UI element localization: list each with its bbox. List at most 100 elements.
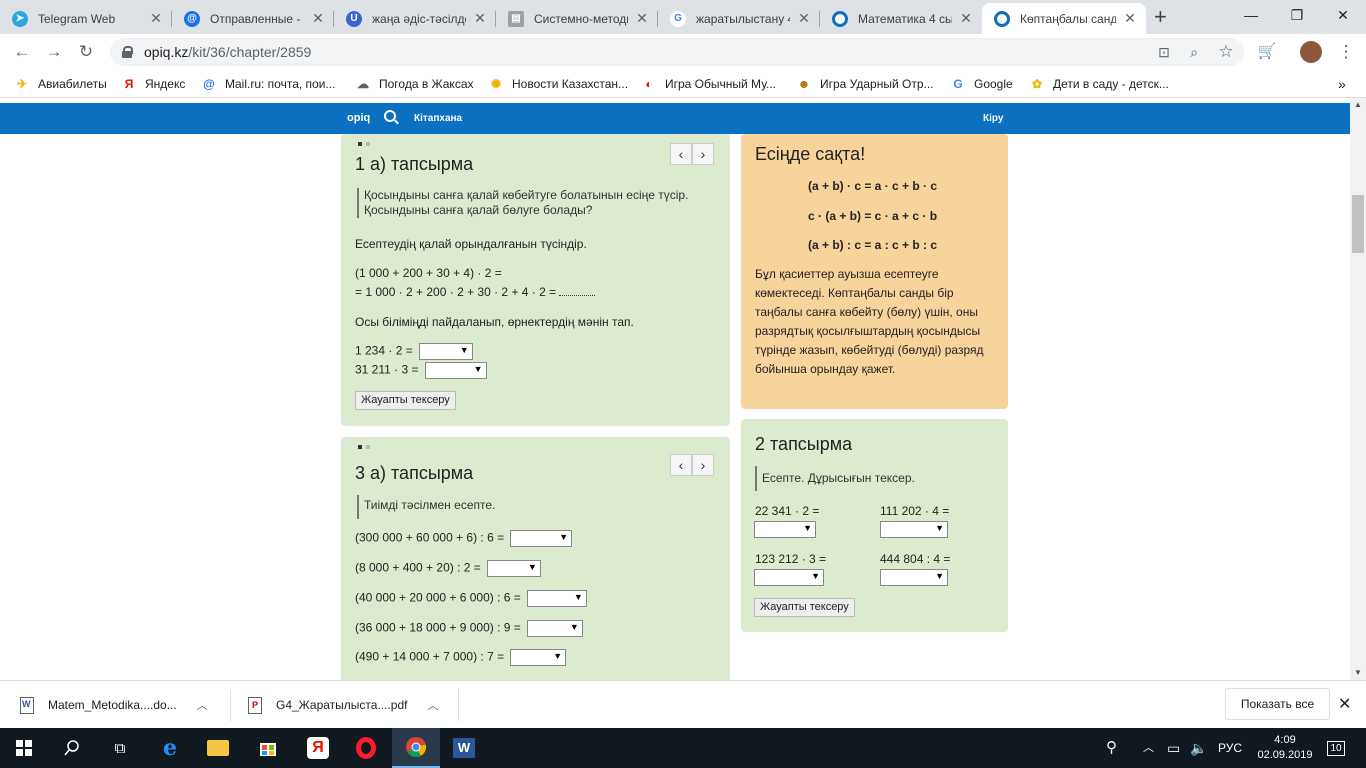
tab-title: жаңа әдіс-тәсілде (372, 11, 466, 26)
answer-select[interactable] (510, 530, 573, 547)
answer-select[interactable] (424, 362, 487, 379)
edge-icon[interactable]: e (146, 728, 194, 768)
new-tab-button[interactable]: + (1154, 5, 1167, 29)
zoom-icon[interactable]: ⌕ (1182, 40, 1206, 64)
battery-icon[interactable]: ▭ (1167, 728, 1180, 768)
question-row: (490 + 14 000 + 7 000) : 7 = (355, 649, 567, 666)
maximize-button[interactable]: ❐ (1274, 0, 1320, 32)
answer-select[interactable] (526, 590, 587, 607)
forward-button[interactable]: → (42, 40, 66, 64)
file-explorer-icon[interactable] (194, 728, 242, 768)
answer-select[interactable] (754, 569, 824, 586)
tab-document[interactable]: ▤ Системно-методи ✕ (496, 3, 658, 34)
windows-icon (16, 740, 32, 756)
download-item-word[interactable]: Matem_Metodika....do... ︿ (20, 681, 208, 729)
chrome-icon[interactable] (392, 728, 440, 768)
clock[interactable]: 4:09 02.09.2019 (1250, 733, 1320, 763)
bookmark-star-icon[interactable]: ☆ (1214, 40, 1238, 64)
start-button[interactable] (0, 728, 48, 768)
pager-dots (358, 445, 370, 449)
translate-icon[interactable]: ⊡ (1152, 40, 1176, 64)
people-icon[interactable]: ⚲ (1106, 728, 1117, 768)
close-window-button[interactable]: ✕ (1320, 0, 1366, 32)
tab-mail[interactable]: @ Отправленные - Г ✕ (172, 3, 334, 34)
opera-icon[interactable] (342, 728, 390, 768)
language-indicator[interactable]: РУС (1218, 728, 1242, 768)
formula: c · (a + b) = c · a + c · b (808, 209, 938, 223)
tab-math[interactable]: Математика 4 сы ✕ (820, 3, 982, 34)
close-tab-icon[interactable]: ✕ (472, 10, 488, 27)
task-view-icon[interactable]: ⧉ (96, 728, 144, 768)
bookmark-label: Mail.ru: почта, пои... (225, 77, 336, 91)
search-icon[interactable] (48, 728, 96, 768)
answer-select[interactable] (754, 521, 816, 538)
check-answer-button[interactable]: Жауапты тексеру (754, 598, 855, 617)
page-scrollbar[interactable]: ▲ ▼ (1350, 98, 1366, 680)
bookmark-item[interactable]: ☻ Игра Ударный Отр... (796, 75, 934, 93)
close-tab-icon[interactable]: ✕ (958, 10, 974, 27)
bookmark-item[interactable]: ✿ Дети в саду - детск... (1029, 75, 1169, 93)
profile-avatar[interactable] (1300, 40, 1324, 64)
close-tab-icon[interactable]: ✕ (634, 10, 650, 27)
minimize-button[interactable]: — (1228, 0, 1274, 32)
yandex-browser-icon[interactable]: Я (294, 728, 342, 768)
back-button[interactable]: ← (10, 40, 34, 64)
tab-uchitelya[interactable]: U жаңа әдіс-тәсілде ✕ (334, 3, 496, 34)
tab-title: Системно-методи (534, 11, 628, 26)
next-button[interactable]: › (692, 454, 714, 476)
bookmark-item[interactable]: ◐ Игра Обычный Му... (641, 75, 776, 93)
lock-icon[interactable] (122, 46, 133, 58)
answer-select[interactable] (880, 521, 948, 538)
bookmark-item[interactable]: ✈ Авиабилеты (14, 75, 107, 93)
answer-select[interactable] (526, 620, 583, 637)
tab-google-search[interactable]: G жаратылыстану 4 ✕ (658, 3, 820, 34)
bookmark-item[interactable]: Я Яндекс (121, 75, 186, 93)
chevron-up-icon[interactable]: ︿ (427, 697, 438, 713)
scroll-thumb[interactable] (1352, 195, 1364, 253)
chevron-up-icon[interactable]: ︿ (1143, 728, 1154, 768)
bookmark-label: Яндекс (145, 77, 186, 91)
cart-extension-icon[interactable]: 🛒 (1255, 40, 1279, 64)
scroll-down-arrow[interactable]: ▼ (1350, 666, 1366, 680)
reload-button[interactable]: ↻ (74, 40, 98, 64)
answer-select[interactable] (510, 649, 567, 666)
prev-button[interactable]: ‹ (670, 143, 692, 165)
next-button[interactable]: › (692, 143, 714, 165)
google-icon: G (953, 77, 963, 91)
show-all-downloads-button[interactable]: Показать все (1225, 688, 1330, 720)
menu-icon[interactable]: ⋮ (1334, 40, 1358, 64)
store-icon[interactable] (244, 728, 292, 768)
bookmark-item[interactable]: @ Mail.ru: почта, пои... (201, 75, 335, 93)
bookmark-item[interactable]: ☁ Погода в Жаксах (355, 75, 474, 93)
close-tab-icon[interactable]: ✕ (1122, 10, 1138, 27)
opiq-logo[interactable]: opiq (347, 112, 370, 124)
check-answer-button[interactable]: Жауапты тексеру (355, 391, 456, 410)
login-link[interactable]: Кіру (983, 113, 1003, 124)
answer-select[interactable] (486, 560, 541, 577)
address-bar[interactable]: opiq.kz/kit/36/chapter/2859 ⊡ ⌕ ☆ (110, 38, 1244, 66)
search-icon[interactable] (384, 110, 396, 122)
tab-active-multidigit[interactable]: Көптаңбалы санд ✕ (982, 3, 1146, 34)
task-nav: ‹ › (670, 143, 714, 165)
answer-select[interactable] (418, 343, 473, 360)
close-tab-icon[interactable]: ✕ (310, 10, 326, 27)
notifications-icon[interactable]: 10 (1322, 728, 1350, 768)
tab-title: жаратылыстану 4 (696, 11, 790, 26)
question-row: (36 000 + 18 000 + 9 000) : 9 = (355, 620, 583, 637)
close-tab-icon[interactable]: ✕ (148, 10, 164, 27)
word-icon[interactable]: W (440, 728, 488, 768)
answer-select[interactable] (880, 569, 948, 586)
bookmark-item[interactable]: G Google (950, 75, 1012, 93)
volume-icon[interactable]: 🔈 (1190, 728, 1207, 768)
scroll-up-arrow[interactable]: ▲ (1350, 98, 1366, 112)
formula: (a + b) · c = a · c + b · c (808, 179, 938, 193)
bookmarks-more-button[interactable]: » (1338, 75, 1346, 93)
chevron-up-icon[interactable]: ︿ (197, 697, 208, 713)
close-tab-icon[interactable]: ✕ (796, 10, 812, 27)
prev-button[interactable]: ‹ (670, 454, 692, 476)
library-link[interactable]: Кітапхана (414, 113, 462, 124)
bookmark-item[interactable]: ✺ Новости Казахстан... (488, 75, 628, 93)
tab-telegram[interactable]: ➤ Telegram Web ✕ (0, 3, 172, 34)
download-item-pdf[interactable]: G4_Жаратылыста....pdf ︿ (248, 681, 438, 729)
close-downloads-icon[interactable]: ✕ (1338, 694, 1351, 714)
